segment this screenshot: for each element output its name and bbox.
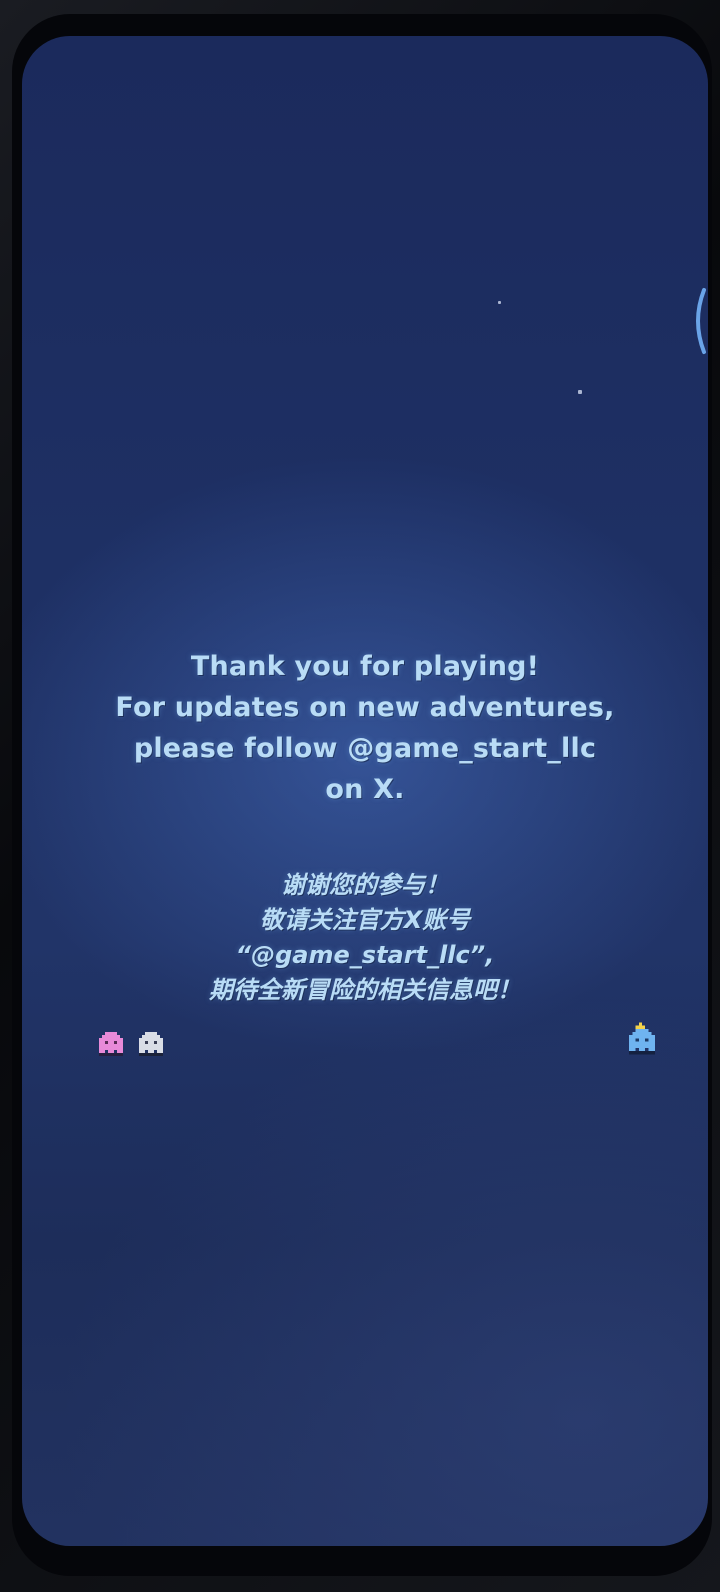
english-line: please follow @game_start_llc <box>133 733 597 764</box>
chinese-line: 敬请关注官方X账号 <box>259 906 471 934</box>
white-ghost-sprite <box>136 1029 164 1057</box>
thank-you-message: Thank you for playing! For updates on ne… <box>22 646 708 1008</box>
game-screen[interactable]: Thank you for playing! For updates on ne… <box>22 36 708 1546</box>
phone-frame: Thank you for playing! For updates on ne… <box>0 0 720 1592</box>
blue-crowned-ghost-sprite <box>626 1022 655 1055</box>
chinese-line: “@game_start_llc”, <box>235 941 495 969</box>
chinese-line: 期待全新冒险的相关信息吧！ <box>209 976 521 1004</box>
pink-ghost-sprite <box>96 1029 124 1057</box>
star-speck <box>578 390 582 394</box>
star-speck <box>498 301 501 304</box>
english-line: Thank you for playing! <box>190 651 540 682</box>
chinese-line: 谢谢您的参与！ <box>281 871 449 899</box>
edge-loading-indicator <box>688 286 708 356</box>
english-line: For updates on new adventures, <box>115 692 615 723</box>
english-line: on X. <box>325 774 405 805</box>
